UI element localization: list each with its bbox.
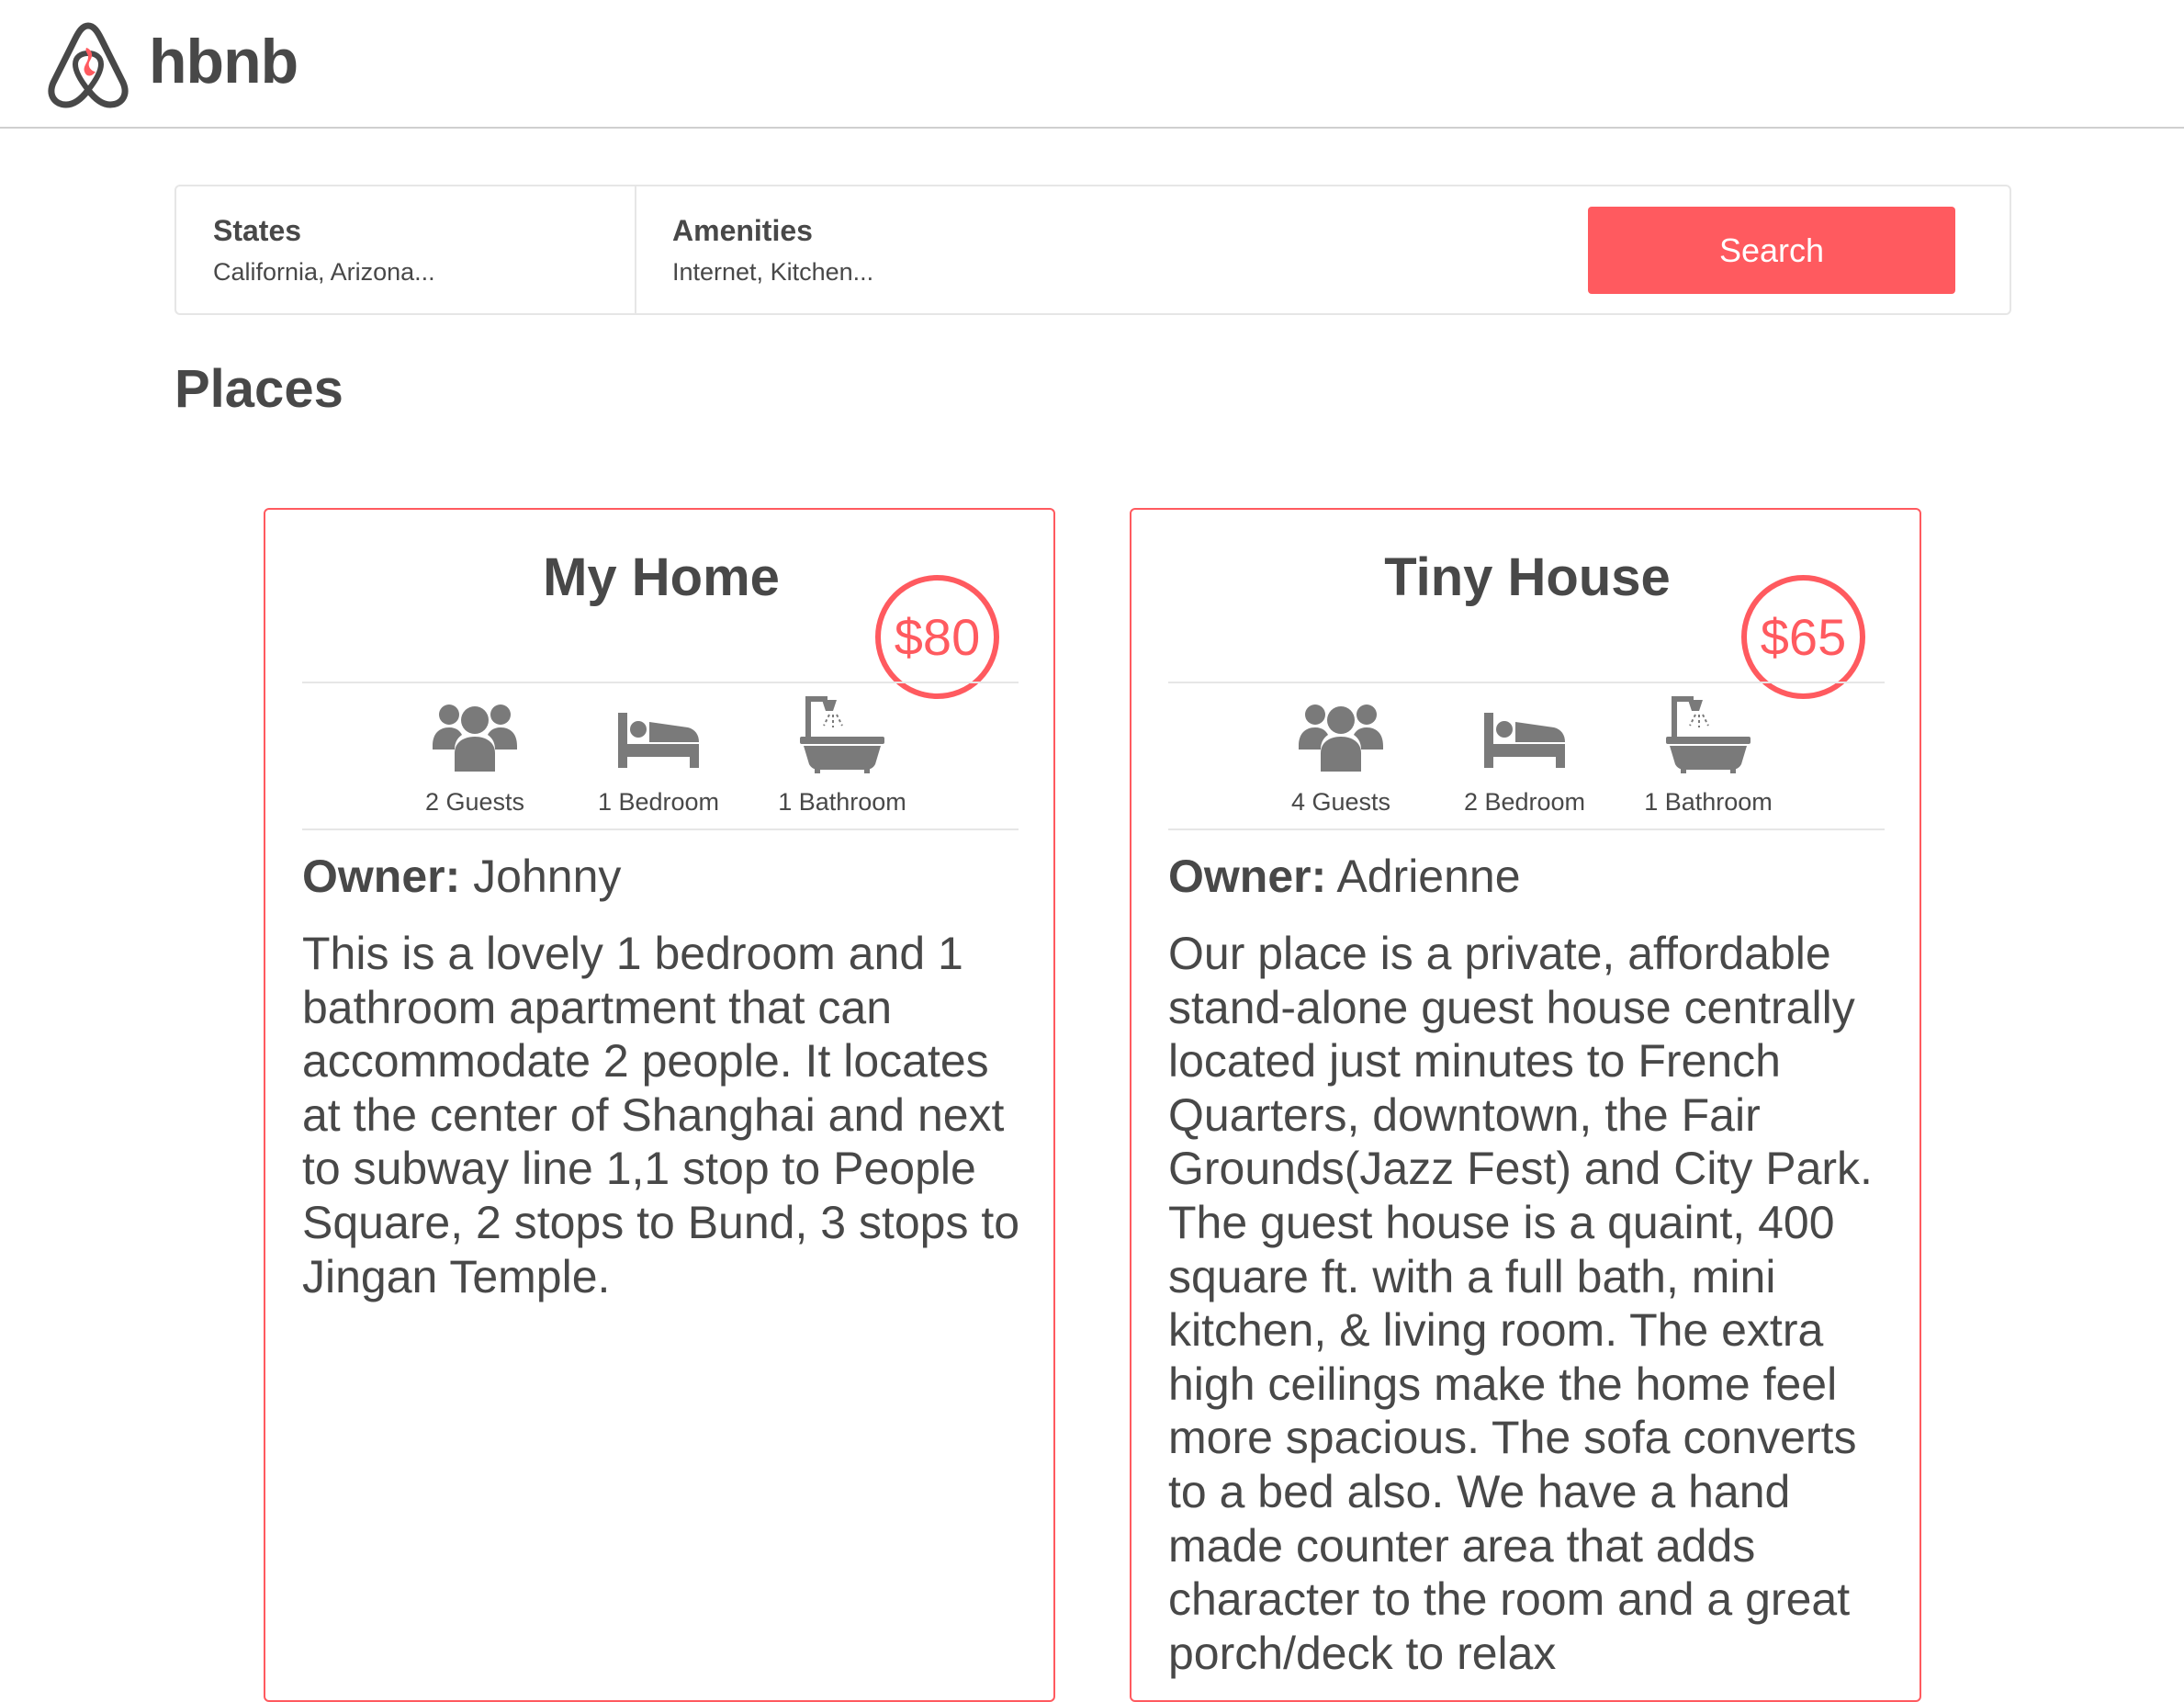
owner-label: Owner: bbox=[302, 851, 461, 902]
place-description: This is a lovely 1 bedroom and 1 bathroo… bbox=[302, 928, 1020, 1302]
amenities-filter[interactable]: Amenities Internet, Kitchen... bbox=[636, 186, 1554, 313]
baths-label: 1 Bathroom bbox=[778, 788, 906, 816]
states-filter-title: States bbox=[213, 214, 302, 247]
place-info: 2 Guests 1 Bedroom 1 Bathroom bbox=[302, 682, 1019, 830]
states-filter-value: California, Arizona... bbox=[213, 258, 435, 286]
guests-icon bbox=[433, 704, 517, 772]
filters-bar: States California, Arizona... Amenities … bbox=[174, 185, 2011, 315]
guests-label: 2 Guests bbox=[424, 788, 525, 816]
baths-label: 1 Bathroom bbox=[1644, 788, 1773, 816]
place-info: 4 Guests 2 Bedroom 1 Bathroom bbox=[1168, 682, 1885, 830]
place-description: Our place is a private, affordable stand… bbox=[1168, 928, 1873, 1679]
header: hbnb bbox=[0, 0, 2184, 129]
baths-info: 1 Bathroom bbox=[1616, 683, 1800, 828]
rooms-label: 1 Bedroom bbox=[597, 788, 720, 816]
amenities-filter-title: Amenities bbox=[672, 214, 813, 247]
baths-info: 1 Bathroom bbox=[750, 683, 934, 828]
bed-icon bbox=[618, 713, 699, 768]
rooms-info: 1 Bedroom bbox=[567, 683, 750, 828]
guests-icon bbox=[1299, 704, 1383, 772]
owner-label: Owner: bbox=[1168, 851, 1327, 902]
brand-name[interactable]: hbnb bbox=[149, 26, 298, 97]
places-title: Places bbox=[174, 359, 343, 419]
guests-label: 4 Guests bbox=[1290, 788, 1391, 816]
place-card: My Home $80 2 Guests 1 Bedroom 1 Bathroo… bbox=[264, 508, 1055, 1702]
owner-name: Johnny bbox=[473, 851, 622, 902]
states-filter[interactable]: States California, Arizona... bbox=[176, 186, 636, 313]
rooms-label: 2 Bedroom bbox=[1463, 788, 1586, 816]
bathtub-icon bbox=[1666, 696, 1751, 773]
price-badge: $80 bbox=[875, 575, 999, 699]
price-badge: $65 bbox=[1741, 575, 1865, 699]
amenities-filter-value: Internet, Kitchen... bbox=[672, 258, 874, 286]
search-button[interactable]: Search bbox=[1588, 207, 1955, 294]
guests-info: 4 Guests bbox=[1249, 683, 1433, 828]
place-card: Tiny House $65 4 Guests 2 Bedroom 1 Bath… bbox=[1130, 508, 1921, 1702]
owner-name: Adrienne bbox=[1336, 851, 1521, 902]
owner-line: Owner: Johnny bbox=[302, 850, 621, 903]
owner-line: Owner: Adrienne bbox=[1168, 850, 1521, 903]
guests-info: 2 Guests bbox=[383, 683, 567, 828]
bathtub-icon bbox=[800, 696, 884, 773]
bed-icon bbox=[1484, 713, 1565, 768]
rooms-info: 2 Bedroom bbox=[1433, 683, 1616, 828]
hbnb-logo-icon[interactable] bbox=[46, 20, 130, 108]
